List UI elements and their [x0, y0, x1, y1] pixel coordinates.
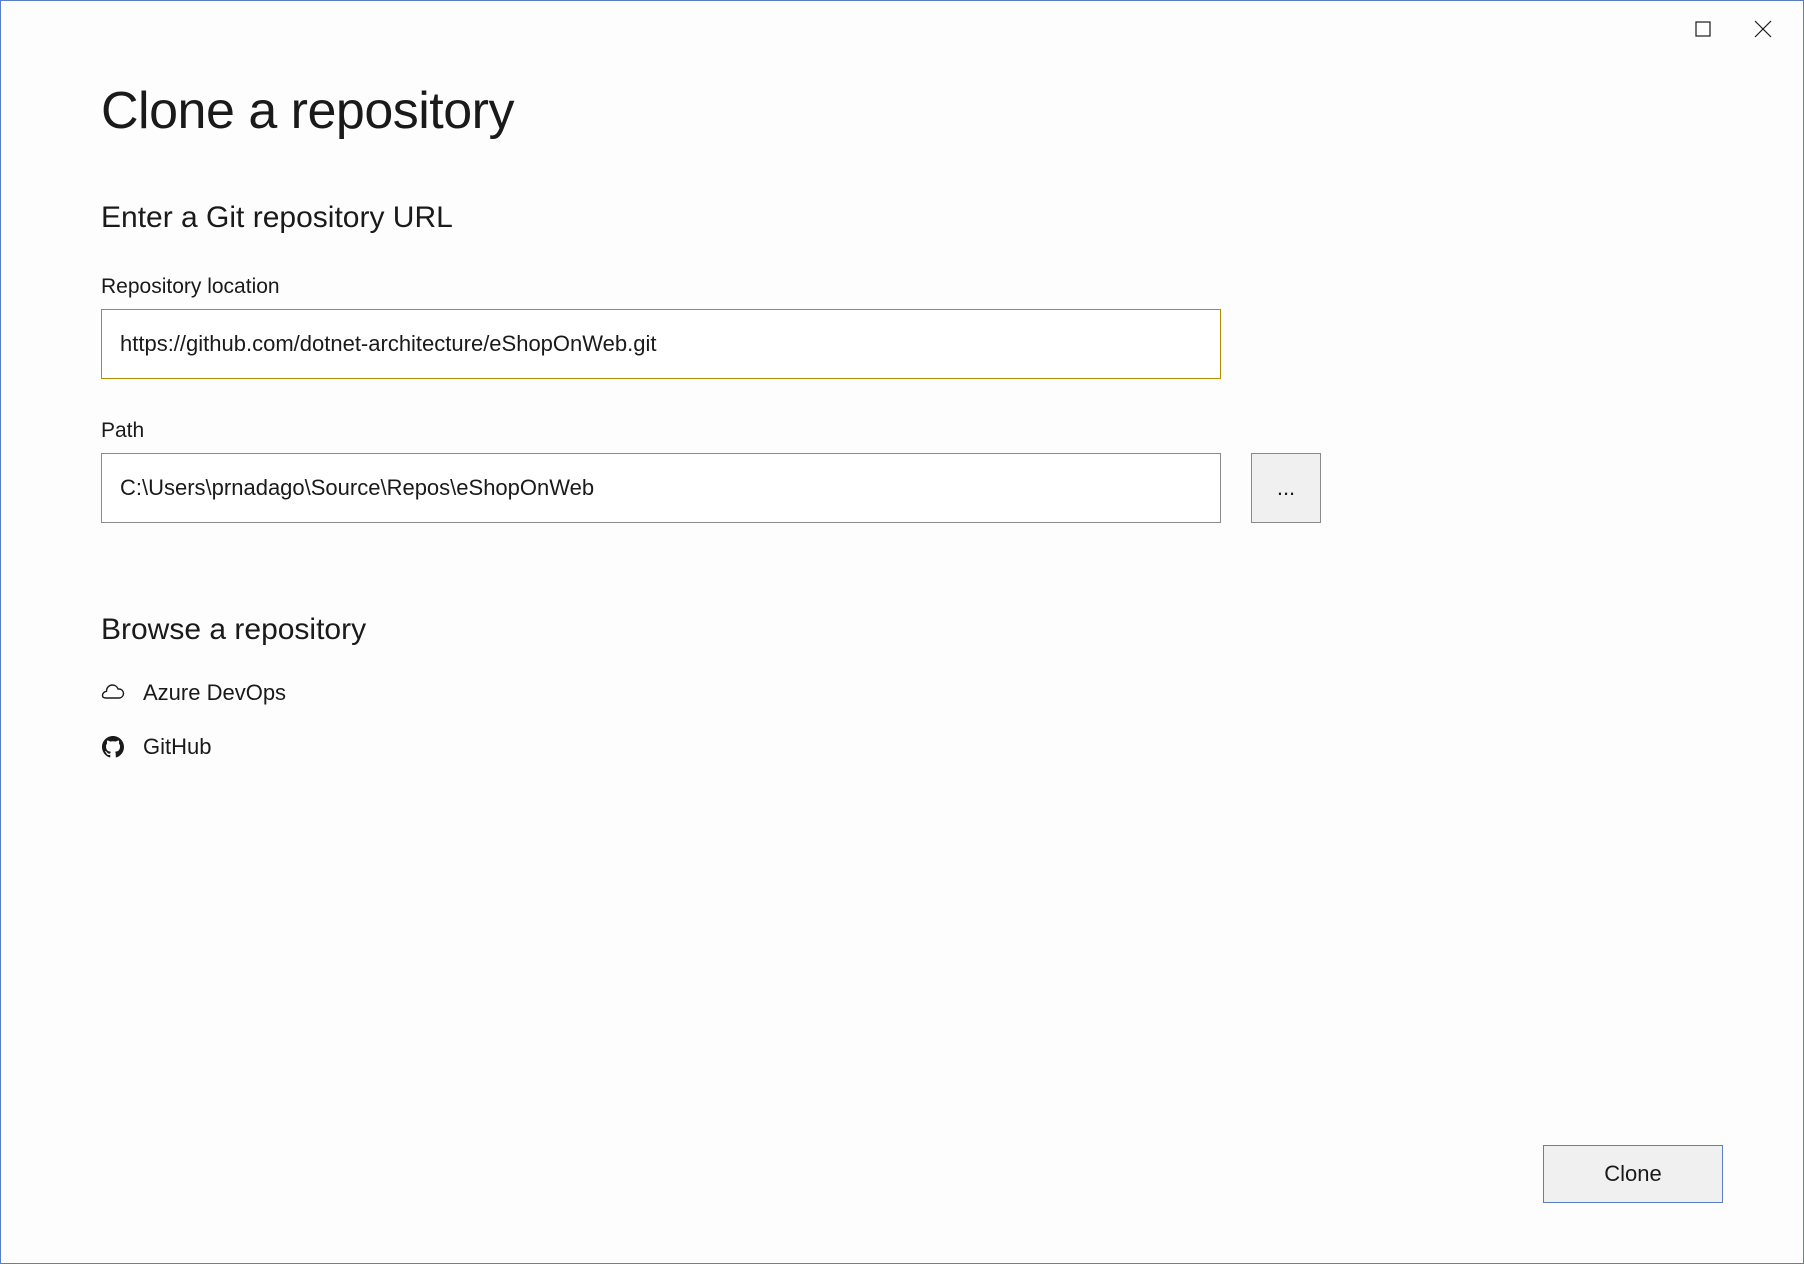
section-title: Enter a Git repository URL [101, 201, 1703, 235]
path-row: ... [101, 453, 1703, 523]
clone-repository-dialog: Clone a repository Enter a Git repositor… [0, 0, 1804, 1264]
dialog-footer: Clone [1543, 1145, 1723, 1203]
github-icon [101, 735, 125, 759]
close-button[interactable] [1733, 9, 1793, 49]
page-title: Clone a repository [101, 81, 1703, 141]
close-icon [1754, 20, 1772, 38]
browse-path-button[interactable]: ... [1251, 453, 1321, 523]
clone-button[interactable]: Clone [1543, 1145, 1723, 1203]
maximize-icon [1695, 21, 1711, 37]
browse-section: Browse a repository Azure DevOps GitHub [101, 613, 1703, 768]
repo-location-row [101, 309, 1703, 379]
dialog-content: Clone a repository Enter a Git repositor… [1, 51, 1803, 1263]
repo-location-label: Repository location [101, 275, 1703, 299]
browse-item-label: GitHub [143, 734, 211, 760]
repo-location-input[interactable] [101, 309, 1221, 379]
browse-item-label: Azure DevOps [143, 680, 286, 706]
cloud-icon [101, 681, 125, 705]
path-input[interactable] [101, 453, 1221, 523]
titlebar [1, 1, 1803, 51]
path-label: Path [101, 419, 1703, 443]
browse-item-azure-devops[interactable]: Azure DevOps [101, 672, 1703, 714]
maximize-button[interactable] [1673, 9, 1733, 49]
browse-item-github[interactable]: GitHub [101, 726, 1703, 768]
browse-title: Browse a repository [101, 613, 1703, 647]
